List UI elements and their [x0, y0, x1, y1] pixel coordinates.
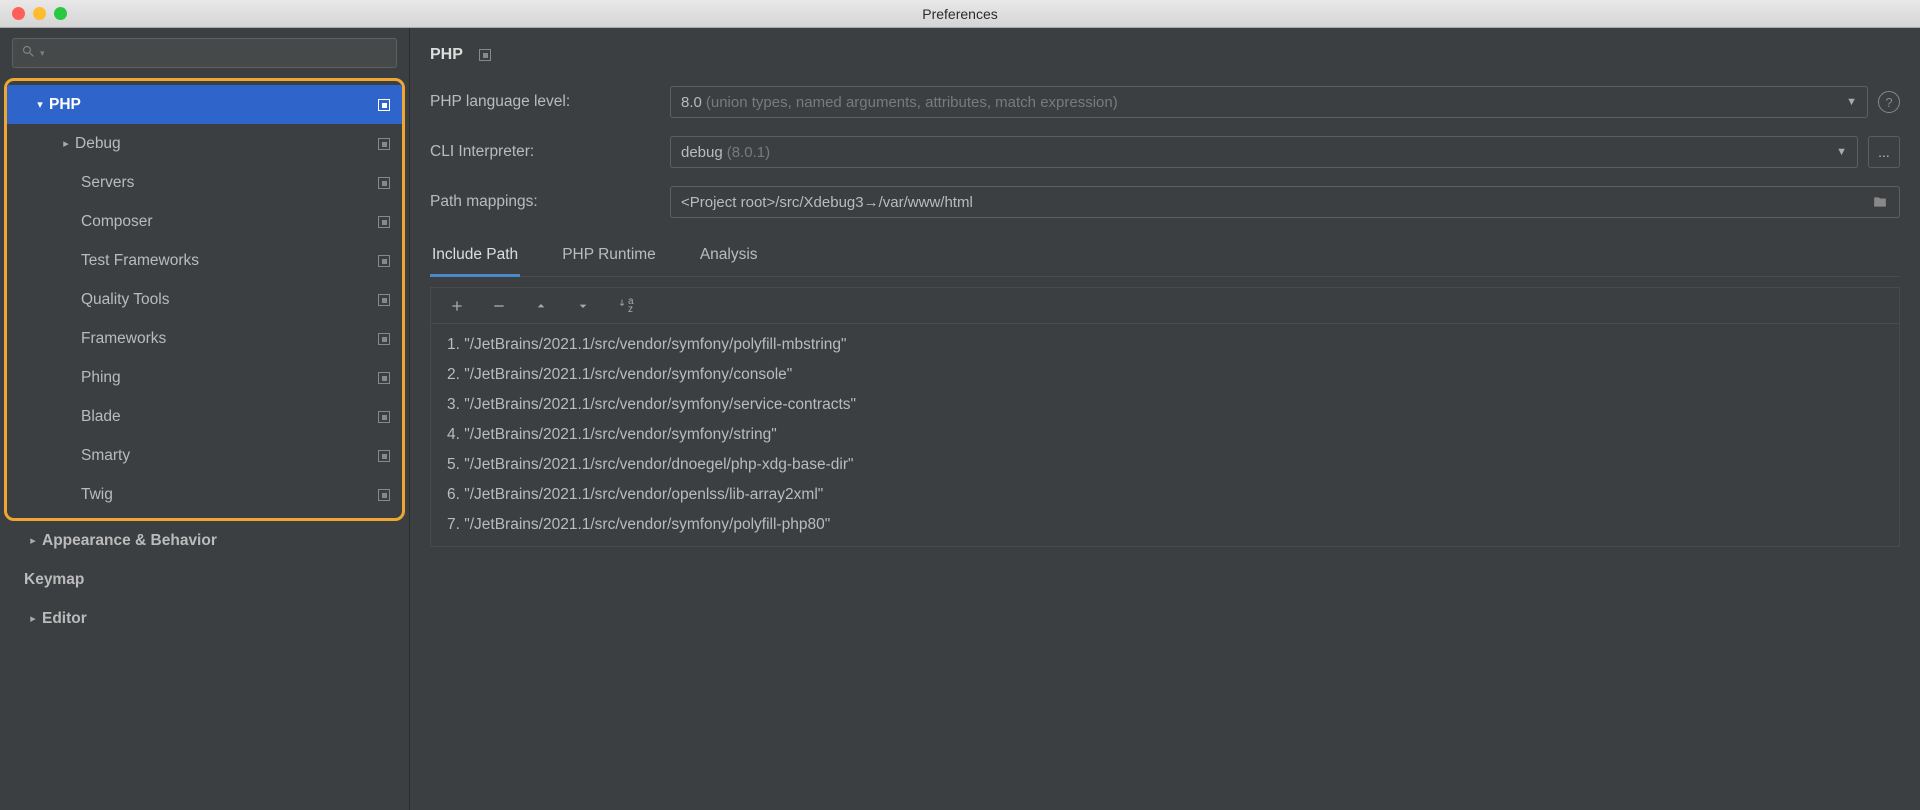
list-item[interactable]: 5. "/JetBrains/2021.1/src/vendor/dnoegel… — [443, 450, 1887, 480]
chevron-right-icon: ▸ — [57, 137, 75, 150]
zoom-window-button[interactable] — [54, 7, 67, 20]
sidebar-item-label: Frameworks — [81, 330, 378, 348]
sidebar-item-label: Twig — [81, 486, 378, 504]
sidebar-item-label: Keymap — [24, 571, 397, 589]
sidebar-item-label: PHP — [49, 96, 378, 114]
lang-level-label: PHP language level: — [430, 93, 670, 111]
sidebar-item-composer[interactable]: Composer — [7, 202, 402, 241]
list-item[interactable]: 6. "/JetBrains/2021.1/src/vendor/openlss… — [443, 480, 1887, 510]
sidebar-item-editor[interactable]: ▸Editor — [0, 599, 409, 638]
chevron-down-icon: ▼ — [1846, 96, 1857, 108]
sidebar-item-label: Servers — [81, 174, 378, 192]
sort-button[interactable]: az — [617, 296, 634, 315]
project-scope-icon — [378, 99, 390, 111]
sidebar-item-keymap[interactable]: Keymap — [0, 560, 409, 599]
sidebar-item-label: Quality Tools — [81, 291, 378, 309]
project-scope-icon — [378, 333, 390, 345]
project-scope-icon — [378, 216, 390, 228]
cli-label: CLI Interpreter: — [430, 143, 670, 161]
cli-value: debug — [681, 144, 723, 161]
project-scope-icon — [378, 255, 390, 267]
sidebar-item-label: Smarty — [81, 447, 378, 465]
project-scope-icon — [378, 411, 390, 423]
lang-level-select[interactable]: 8.0 (union types, named arguments, attri… — [670, 86, 1868, 118]
help-icon[interactable]: ? — [1878, 91, 1900, 113]
sidebar-item-servers[interactable]: Servers — [7, 163, 402, 202]
chevron-right-icon: ▸ — [24, 534, 42, 547]
project-scope-icon — [378, 489, 390, 501]
sidebar-item-label: Blade — [81, 408, 378, 426]
window-title: Preferences — [922, 6, 997, 22]
project-scope-icon — [378, 450, 390, 462]
sidebar-item-debug[interactable]: ▸Debug — [7, 124, 402, 163]
sidebar-item-label: Test Frameworks — [81, 252, 378, 270]
sidebar-item-appearance-behavior[interactable]: ▸Appearance & Behavior — [0, 521, 409, 560]
include-path-list[interactable]: 1. "/JetBrains/2021.1/src/vendor/symfony… — [431, 324, 1899, 546]
list-item[interactable]: 7. "/JetBrains/2021.1/src/vendor/symfony… — [443, 510, 1887, 540]
sidebar-item-phing[interactable]: Phing — [7, 358, 402, 397]
sidebar-item-label: Appearance & Behavior — [42, 532, 397, 550]
preferences-sidebar: ▾ ▾PHP▸DebugServersComposerTest Framewor… — [0, 28, 410, 810]
project-scope-icon — [378, 372, 390, 384]
sidebar-item-frameworks[interactable]: Frameworks — [7, 319, 402, 358]
sidebar-item-twig[interactable]: Twig — [7, 475, 402, 514]
php-settings-tree: ▾PHP▸DebugServersComposerTest Frameworks… — [4, 78, 405, 521]
sidebar-item-blade[interactable]: Blade — [7, 397, 402, 436]
chevron-down-icon: ▾ — [40, 48, 45, 59]
list-item[interactable]: 3. "/JetBrains/2021.1/src/vendor/symfony… — [443, 390, 1887, 420]
sidebar-item-label: Debug — [75, 135, 378, 153]
project-scope-icon — [378, 294, 390, 306]
page-tabs: Include Path PHP Runtime Analysis — [430, 236, 1900, 277]
project-scope-icon — [378, 177, 390, 189]
sidebar-item-label: Composer — [81, 213, 378, 231]
chevron-down-icon: ▾ — [31, 98, 49, 111]
tab-include-path[interactable]: Include Path — [430, 236, 520, 276]
list-item[interactable]: 2. "/JetBrains/2021.1/src/vendor/symfony… — [443, 360, 1887, 390]
lang-level-hint: (union types, named arguments, attribute… — [706, 94, 1118, 111]
list-item[interactable]: 4. "/JetBrains/2021.1/src/vendor/symfony… — [443, 420, 1887, 450]
cli-interpreter-select[interactable]: debug (8.0.1) ▼ — [670, 136, 1858, 168]
close-window-button[interactable] — [12, 7, 25, 20]
sidebar-item-php[interactable]: ▾PHP — [7, 85, 402, 124]
path-mappings-field[interactable]: <Project root>/src/Xdebug3→/var/www/html — [670, 186, 1900, 218]
lang-level-value: 8.0 — [681, 94, 702, 111]
remove-button[interactable] — [491, 298, 507, 314]
window-controls — [0, 7, 67, 20]
titlebar: Preferences — [0, 0, 1920, 28]
tab-analysis[interactable]: Analysis — [698, 236, 760, 276]
page-title: PHP — [430, 46, 463, 64]
chevron-right-icon: ▸ — [24, 612, 42, 625]
sidebar-item-label: Editor — [42, 610, 397, 628]
preferences-page: PHP PHP language level: 8.0 (union types… — [410, 28, 1920, 810]
sidebar-item-smarty[interactable]: Smarty — [7, 436, 402, 475]
preferences-search-input[interactable]: ▾ — [12, 38, 397, 68]
add-button[interactable] — [449, 298, 465, 314]
search-icon — [21, 44, 36, 63]
cli-browse-button[interactable]: ... — [1868, 136, 1900, 168]
include-path-panel: az 1. "/JetBrains/2021.1/src/vendor/symf… — [430, 287, 1900, 547]
minimize-window-button[interactable] — [33, 7, 46, 20]
list-item[interactable]: 1. "/JetBrains/2021.1/src/vendor/symfony… — [443, 330, 1887, 360]
settings-tree-below: ▸Appearance & BehaviorKeymap▸Editor — [0, 521, 409, 638]
sidebar-item-label: Phing — [81, 369, 378, 387]
cli-hint: (8.0.1) — [727, 144, 770, 161]
move-down-button[interactable] — [575, 298, 591, 314]
paths-value: <Project root>/src/Xdebug3→/var/www/html — [681, 194, 973, 211]
sidebar-item-test-frameworks[interactable]: Test Frameworks — [7, 241, 402, 280]
tab-php-runtime[interactable]: PHP Runtime — [560, 236, 658, 276]
folder-icon — [1871, 195, 1889, 209]
chevron-down-icon: ▼ — [1836, 146, 1847, 158]
paths-label: Path mappings: — [430, 193, 670, 211]
sidebar-item-quality-tools[interactable]: Quality Tools — [7, 280, 402, 319]
move-up-button[interactable] — [533, 298, 549, 314]
project-scope-icon — [479, 49, 491, 61]
project-scope-icon — [378, 138, 390, 150]
